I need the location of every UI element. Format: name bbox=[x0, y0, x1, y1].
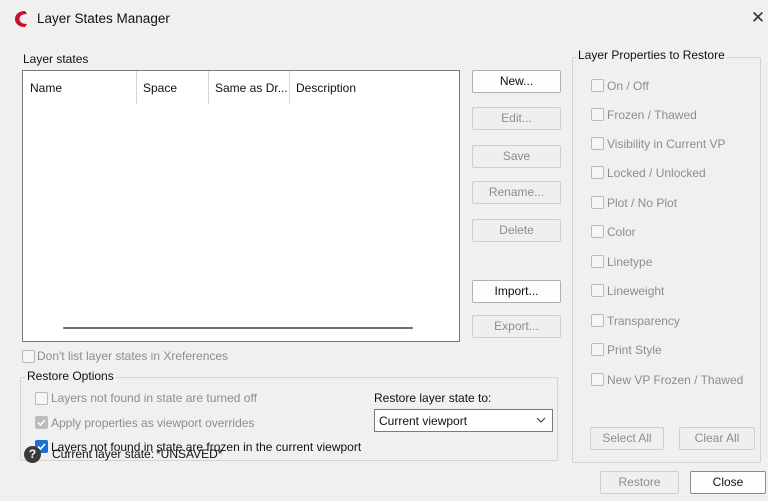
prop-lineweight-checkbox[interactable] bbox=[591, 284, 604, 297]
prop-locked-unlocked-label: Locked / Unlocked bbox=[607, 166, 706, 180]
edit-button[interactable]: Edit... bbox=[472, 107, 561, 130]
layer-properties-legend: Layer Properties to Restore bbox=[576, 48, 727, 62]
apply-viewport-overrides-label: Apply properties as viewport overrides bbox=[51, 416, 255, 430]
prop-frozen-thawed-checkbox[interactable] bbox=[591, 108, 604, 121]
column-header-space[interactable]: Space bbox=[143, 81, 177, 95]
prop-print-style-checkbox[interactable] bbox=[591, 343, 604, 356]
column-separator bbox=[289, 71, 290, 104]
rename-button[interactable]: Rename... bbox=[472, 181, 561, 204]
prop-on-off-checkbox[interactable] bbox=[591, 79, 604, 92]
delete-button[interactable]: Delete bbox=[472, 219, 561, 242]
column-header-name[interactable]: Name bbox=[30, 81, 62, 95]
help-icon[interactable]: ? bbox=[24, 446, 41, 463]
layer-states-list[interactable]: Name Space Same as Dr... Description bbox=[22, 70, 460, 342]
restore-button[interactable]: Restore bbox=[600, 471, 679, 494]
clear-all-button[interactable]: Clear All bbox=[679, 427, 755, 450]
prop-linetype-checkbox[interactable] bbox=[591, 255, 604, 268]
autocad-logo-icon bbox=[15, 11, 27, 27]
new-button[interactable]: New... bbox=[472, 70, 561, 93]
close-button[interactable]: Close bbox=[690, 471, 766, 494]
apply-viewport-overrides-checkbox[interactable] bbox=[35, 416, 48, 429]
window-title: Layer States Manager bbox=[37, 11, 170, 26]
import-button[interactable]: Import... bbox=[472, 280, 561, 303]
prop-locked-unlocked-checkbox[interactable] bbox=[591, 166, 604, 179]
chevron-down-icon bbox=[536, 417, 546, 423]
restore-to-value: Current viewport bbox=[379, 414, 468, 428]
dont-list-xrefs-label: Don't list layer states in Xreferences bbox=[37, 349, 229, 363]
prop-color-label: Color bbox=[607, 225, 636, 239]
prop-frozen-thawed-label: Frozen / Thawed bbox=[607, 108, 697, 122]
export-button[interactable]: Export... bbox=[472, 315, 561, 338]
prop-visibility-vp-label: Visibility in Current VP bbox=[607, 137, 726, 151]
prop-plot-noplot-checkbox[interactable] bbox=[591, 196, 604, 209]
layer-states-label: Layer states bbox=[23, 52, 89, 66]
close-window-icon[interactable]: ✕ bbox=[749, 8, 767, 28]
prop-new-vp-frozen-label: New VP Frozen / Thawed bbox=[607, 373, 744, 387]
restore-options-legend: Restore Options bbox=[25, 369, 116, 383]
current-layer-state-value: *UNSAVED* bbox=[156, 447, 223, 461]
restore-to-select[interactable]: Current viewport bbox=[374, 409, 553, 432]
column-header-same-as-dwg[interactable]: Same as Dr... bbox=[215, 81, 288, 95]
select-all-button[interactable]: Select All bbox=[590, 427, 664, 450]
column-separator bbox=[136, 71, 137, 104]
checkmark-icon bbox=[37, 419, 46, 427]
prop-plot-noplot-label: Plot / No Plot bbox=[607, 196, 678, 210]
layers-turned-off-checkbox[interactable] bbox=[35, 392, 48, 405]
current-layer-state-label: Current layer state: bbox=[52, 447, 155, 461]
prop-linetype-label: Linetype bbox=[607, 255, 653, 269]
save-button[interactable]: Save bbox=[472, 145, 561, 168]
prop-lineweight-label: Lineweight bbox=[607, 284, 665, 298]
prop-on-off-label: On / Off bbox=[607, 79, 649, 93]
column-header-description[interactable]: Description bbox=[296, 81, 356, 95]
prop-transparency-checkbox[interactable] bbox=[591, 314, 604, 327]
column-separator bbox=[208, 71, 209, 104]
prop-new-vp-frozen-checkbox[interactable] bbox=[591, 373, 604, 386]
restore-to-label: Restore layer state to: bbox=[374, 391, 492, 405]
prop-print-style-label: Print Style bbox=[607, 343, 662, 357]
dont-list-xrefs-checkbox[interactable] bbox=[22, 350, 35, 363]
prop-visibility-vp-checkbox[interactable] bbox=[591, 137, 604, 150]
layers-turned-off-label: Layers not found in state are turned off bbox=[51, 391, 257, 405]
prop-color-checkbox[interactable] bbox=[591, 225, 604, 238]
prop-transparency-label: Transparency bbox=[607, 314, 680, 328]
horizontal-scrollbar[interactable] bbox=[63, 327, 413, 329]
